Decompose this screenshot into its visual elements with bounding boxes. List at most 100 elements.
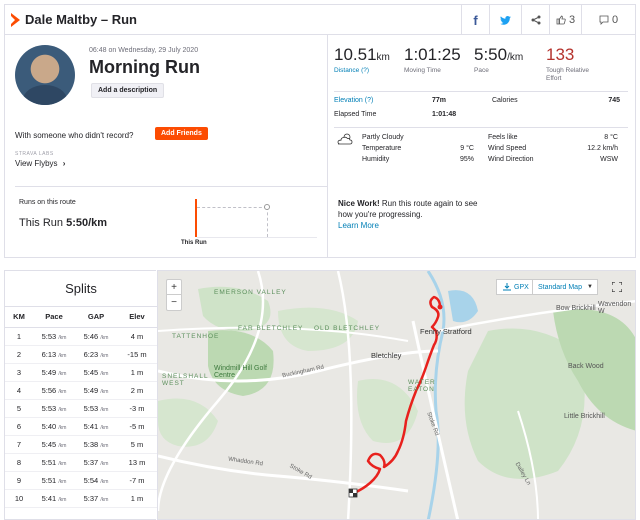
split-row[interactable]: 6 5:40 /km 5:41 /km -5 m	[5, 417, 157, 436]
split-km-value: 2	[16, 349, 22, 359]
learn-more-link[interactable]: Learn More	[338, 221, 379, 230]
split-pace-cell: 5:41 /km	[33, 489, 75, 508]
this-run-label: This Run	[19, 217, 64, 229]
split-gap-value: 5:38	[83, 439, 99, 449]
split-elev-cell: -15 m	[117, 345, 157, 364]
split-pace-value: 5:51	[41, 457, 57, 467]
temperature-label: Temperature	[362, 145, 402, 152]
split-elev-value: 2 m	[130, 385, 144, 395]
split-row[interactable]: 8 5:51 /km 5:37 /km 13 m	[5, 453, 157, 472]
split-gap-value: 5:37	[83, 457, 99, 467]
split-elev-cell: -3 m	[117, 399, 157, 418]
split-km-cell: 5	[5, 399, 33, 418]
split-km-value: 3	[16, 367, 22, 377]
split-elev-value: 4 m	[130, 331, 144, 341]
athlete-avatar[interactable]	[15, 45, 75, 105]
view-flybys-link[interactable]: View Flybys ›	[15, 159, 65, 168]
split-row[interactable]: 10 5:41 /km 5:37 /km 1 m	[5, 489, 157, 508]
split-pace-value: 5:56	[41, 385, 57, 395]
map-type-select[interactable]: Standard Map ▼	[532, 279, 598, 295]
split-row[interactable]: 9 5:51 /km 5:54 /km -7 m	[5, 471, 157, 490]
map-label: Windmill Hill Golf Centre	[214, 365, 267, 379]
split-km-value: 1	[16, 331, 22, 341]
split-km-value: 9	[16, 475, 22, 485]
route-graph-current-bar	[195, 199, 197, 237]
split-row[interactable]: 7 5:45 /km 5:38 /km 5 m	[5, 435, 157, 454]
elapsed-value: 1:01:48	[432, 111, 457, 118]
split-pace-cell: 5:51 /km	[33, 471, 75, 490]
zoom-in-button[interactable]: +	[167, 280, 181, 295]
feels-like-value: 8 °C	[604, 134, 618, 141]
add-friends-button[interactable]: Add Friends	[155, 127, 208, 140]
split-elev-value: 1 m	[130, 493, 144, 503]
split-elev-cell: 1 m	[117, 363, 157, 382]
zoom-out-button[interactable]: −	[167, 295, 181, 310]
column-header: Pace	[33, 307, 75, 328]
twitter-share-button[interactable]	[489, 5, 521, 35]
split-elev-value: -15 m	[127, 349, 147, 359]
pace-unit: /km	[507, 52, 524, 63]
split-row[interactable]: 2 6:13 /km 6:23 /km -15 m	[5, 345, 157, 364]
split-pace-value: 5:49	[41, 367, 57, 377]
elevation-label[interactable]: Elevation (?)	[334, 97, 373, 104]
split-pace-cell: 6:13 /km	[33, 345, 75, 364]
this-run-value: 5:50/km	[66, 217, 108, 229]
this-run-pace: This Run 5:50/km	[19, 217, 107, 229]
kudos-button[interactable]: 3	[549, 5, 581, 35]
activity-stats-right: 10.51km Distance (?) 1:01:25 Moving Time…	[327, 35, 635, 257]
pace-unit: /km	[100, 442, 109, 449]
map-label: Water Eaton	[408, 379, 436, 393]
split-row[interactable]: 1 5:53 /km 5:46 /km 4 m	[5, 327, 157, 346]
map-label: Emerson Valley	[214, 289, 287, 296]
split-pace-cell: 5:51 /km	[33, 453, 75, 472]
split-row[interactable]: 5 5:53 /km 5:53 /km -3 m	[5, 399, 157, 418]
split-pace-cell: 5:49 /km	[33, 363, 75, 382]
split-pace-value: 5:53	[41, 403, 57, 413]
split-row[interactable]: 3 5:49 /km 5:45 /km 1 m	[5, 363, 157, 382]
route-graph-point[interactable]	[264, 204, 270, 210]
split-km-cell: 10	[5, 489, 33, 508]
pace-value: 5:50	[474, 45, 508, 64]
pace-unit: /km	[58, 370, 67, 377]
stat-relative-effort[interactable]: 133 Tough Relative Effort	[546, 45, 606, 83]
pace-unit: /km	[100, 334, 109, 341]
activity-title: Morning Run	[89, 57, 200, 77]
column-header: KM	[5, 307, 33, 328]
activity-type-chevron-icon	[11, 13, 20, 27]
split-pace-value: 5:40	[41, 421, 57, 431]
effort-value: 133	[546, 45, 575, 64]
comment-button[interactable]: 0	[581, 5, 635, 35]
elevation-row: Elevation (?) 77m Calories 745	[334, 97, 628, 110]
gpx-label: GPX	[514, 283, 529, 291]
stat-moving-time: 1:01:25 Moving Time	[404, 45, 461, 75]
split-km-value: 4	[16, 385, 22, 395]
split-row[interactable]: 4 5:56 /km 5:49 /km 2 m	[5, 381, 157, 400]
activity-header-title: Dale Maltby – Run	[25, 12, 137, 27]
add-description-button[interactable]: Add a description	[91, 83, 165, 98]
pace-unit: /km	[100, 388, 109, 395]
split-pace-value: 5:45	[41, 439, 57, 449]
share-button[interactable]	[521, 5, 549, 35]
fullscreen-button[interactable]	[608, 279, 626, 295]
split-elev-cell: 13 m	[117, 453, 157, 472]
gpx-download-button[interactable]: GPX	[496, 279, 536, 295]
split-elev-value: 1 m	[130, 367, 144, 377]
split-elev-cell: 5 m	[117, 435, 157, 454]
route-graph-label: This Run	[181, 240, 207, 246]
elevation-value: 77m	[432, 97, 447, 104]
kudos-count: 3	[568, 14, 576, 26]
map-label: Tattenhoe	[172, 333, 220, 340]
distance-label[interactable]: Distance (?)	[334, 67, 390, 75]
humidity-value: 95%	[459, 156, 474, 163]
pace-unit: /km	[58, 442, 67, 449]
split-gap-cell: 5:45 /km	[75, 363, 117, 382]
route-map[interactable]: Emerson Valley Tattenhoe Far Bletchley O…	[157, 270, 636, 520]
map-label: Back Wood	[568, 363, 604, 370]
temperature-value: 9 °C	[460, 145, 474, 152]
split-gap-cell: 5:37 /km	[75, 453, 117, 472]
caret-down-icon: ▼	[586, 284, 593, 290]
facebook-share-button[interactable]: f	[461, 5, 489, 35]
pace-unit: /km	[100, 496, 109, 503]
splits-title: Splits	[5, 271, 157, 307]
splits-header-row: KM Pace GAP Elev	[5, 307, 157, 328]
